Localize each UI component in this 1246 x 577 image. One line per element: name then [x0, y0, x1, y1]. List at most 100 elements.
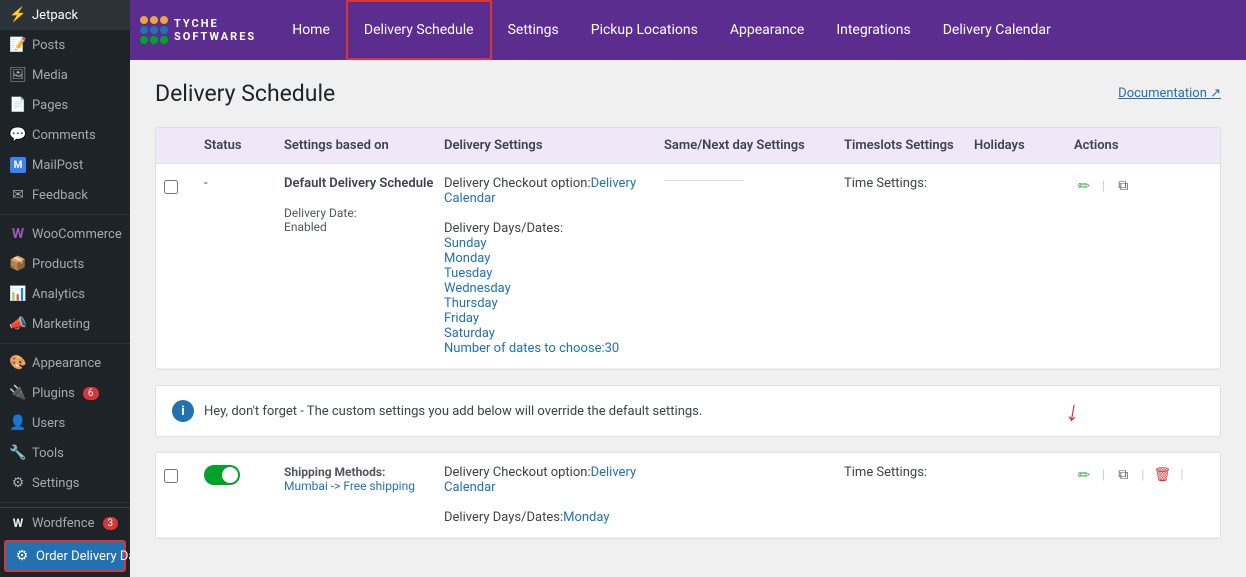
sidebar-item-plugins[interactable]: 🔌 Plugins 6: [0, 378, 130, 408]
sidebar-item-label: Comments: [32, 128, 96, 143]
sidebar-item-wordfence[interactable]: W Wordfence 3: [0, 507, 130, 538]
th-delivery-settings: Delivery Settings: [444, 138, 664, 153]
sidebar-item-tools[interactable]: 🔧 Tools: [0, 438, 130, 468]
sidebar-item-label: Plugins: [32, 386, 75, 401]
row2-delete-button[interactable]: 🗑: [1152, 465, 1172, 485]
red-arrow-icon: ↓: [1063, 394, 1083, 429]
row-settings-based-on: Default Delivery Schedule Delivery Date:…: [284, 176, 444, 234]
sidebar-item-marketing[interactable]: 📣 Marketing: [0, 309, 130, 339]
row-checkbox[interactable]: [164, 180, 178, 194]
appearance-icon: 🎨: [10, 355, 26, 371]
sidebar-divider-2: [0, 343, 130, 344]
sidebar-item-media[interactable]: 🖼 Media: [0, 60, 130, 90]
num-dates: Number of dates to choose:30: [444, 341, 664, 356]
sidebar-item-analytics[interactable]: 📊 Analytics: [0, 279, 130, 309]
nav-item-appearance[interactable]: Appearance: [714, 0, 820, 60]
delivery-date-label: Delivery Date: Enabled: [284, 206, 444, 234]
settings-icon: ⚙: [10, 475, 26, 491]
nav-item-pickup-locations[interactable]: Pickup Locations: [575, 0, 714, 60]
sidebar-item-jetpack[interactable]: ⚡ Jetpack: [0, 0, 130, 30]
sidebar-item-pages[interactable]: 📄 Pages: [0, 90, 130, 120]
sidebar-item-woocommerce[interactable]: W WooCommerce: [0, 219, 130, 249]
sidebar-item-users[interactable]: 👤 Users: [0, 408, 130, 438]
sidebar-item-label: Tools: [32, 446, 64, 461]
feedback-icon: ✉: [10, 187, 26, 203]
nav-item-integrations[interactable]: Integrations: [820, 0, 926, 60]
sidebar-item-label: Media: [32, 68, 68, 83]
delivery-days-list: Sunday Monday Tuesday Wednesday Thursday…: [444, 236, 664, 341]
row2-status: [204, 465, 284, 485]
pages-icon: 📄: [10, 97, 26, 113]
documentation-link[interactable]: Documentation ↗: [1118, 86, 1221, 101]
sidebar-item-mailpost[interactable]: M MailPost: [0, 150, 130, 180]
row2-edit-button[interactable]: ✏: [1074, 465, 1094, 485]
sidebar-item-label: Jetpack: [32, 8, 78, 23]
row2-copy-button[interactable]: ⧉: [1113, 465, 1133, 485]
nav-item-home[interactable]: Home: [276, 0, 346, 60]
row2-checkbox[interactable]: [164, 469, 178, 483]
nav-item-delivery-calendar[interactable]: Delivery Calendar: [927, 0, 1067, 60]
row2-action-divider-1: |: [1102, 468, 1105, 483]
row2-days-label: Delivery Days/Dates:Monday: [444, 510, 664, 525]
th-settings-based-on: Settings based on: [284, 138, 444, 153]
row-checkbox-cell: [164, 176, 204, 194]
th-same-next-day: Same/Next day Settings: [664, 138, 844, 153]
row2-checkout-option: Delivery Checkout option:Delivery Calend…: [444, 465, 664, 495]
row-timeslots: Time Settings:: [844, 176, 974, 191]
row-same-next-day: [664, 176, 844, 181]
day-thursday: Thursday: [444, 296, 664, 311]
th-holidays: Holidays: [974, 138, 1074, 153]
nav-item-delivery-schedule[interactable]: Delivery Schedule: [346, 0, 492, 60]
page-header: Delivery Schedule Documentation ↗: [155, 80, 1221, 107]
row2-timeslots: Time Settings:: [844, 465, 974, 480]
sidebar: ⚡ Jetpack 📝 Posts 🖼 Media 📄 Pages 💬 Comm…: [0, 0, 130, 577]
checkout-option: Delivery Checkout option:Delivery Calend…: [444, 176, 664, 206]
sidebar-item-label: Settings: [32, 476, 79, 491]
edit-button[interactable]: ✏: [1074, 176, 1094, 196]
row2-checkbox-cell: [164, 465, 204, 483]
plugins-icon: 🔌: [10, 385, 26, 401]
jetpack-icon: ⚡: [10, 7, 26, 23]
day-tuesday: Tuesday: [444, 266, 664, 281]
th-actions: Actions: [1074, 138, 1194, 153]
table-header: Status Settings based on Delivery Settin…: [156, 128, 1220, 164]
day-wednesday: Wednesday: [444, 281, 664, 296]
sidebar-item-products[interactable]: 📦 Products: [0, 249, 130, 279]
sidebar-divider: [0, 214, 130, 215]
day-friday: Friday: [444, 311, 664, 326]
th-status: Status: [204, 138, 284, 153]
table-row-2: Shipping Methods: Mumbai -> Free shippin…: [156, 453, 1220, 538]
sidebar-divider-3: [0, 502, 130, 503]
day-saturday: Saturday: [444, 326, 664, 341]
sidebar-item-posts[interactable]: 📝 Posts: [0, 30, 130, 60]
sidebar-item-label: Appearance: [32, 356, 101, 371]
sidebar-item-comments[interactable]: 💬 Comments: [0, 120, 130, 150]
sidebar-item-feedback[interactable]: ✉ Feedback: [0, 180, 130, 210]
main-area: TYCHESOFTWARES Home Delivery Schedule Se…: [130, 0, 1246, 577]
th-timeslots: Timeslots Settings: [844, 138, 974, 153]
comments-icon: 💬: [10, 127, 26, 143]
users-icon: 👤: [10, 415, 26, 431]
sidebar-item-appearance[interactable]: 🎨 Appearance: [0, 348, 130, 378]
toggle-switch[interactable]: [204, 465, 240, 485]
delivery-days-label: Delivery Days/Dates:: [444, 221, 664, 236]
sidebar-item-label: Wordfence: [32, 516, 95, 531]
row-actions: ✏ | ⧉: [1074, 176, 1194, 196]
copy-button[interactable]: ⧉: [1113, 176, 1133, 196]
sidebar-item-label: MailPost: [32, 158, 83, 173]
top-navigation: TYCHESOFTWARES Home Delivery Schedule Se…: [130, 0, 1246, 60]
sidebar-item-label: Analytics: [32, 287, 85, 302]
row2-actions: ✏ | ⧉ | 🗑 |: [1074, 465, 1194, 485]
sidebar-item-label: Order Delivery Date: [36, 549, 130, 564]
action-divider: |: [1102, 179, 1105, 194]
page-title: Delivery Schedule: [155, 80, 335, 107]
content-area: Delivery Schedule Documentation ↗ Status…: [130, 60, 1246, 577]
nav-item-settings[interactable]: Settings: [492, 0, 575, 60]
marketing-icon: 📣: [10, 316, 26, 332]
sidebar-item-order-delivery-date[interactable]: ⚙ Order Delivery Date: [4, 540, 126, 572]
day-monday: Monday: [444, 251, 664, 266]
order-delivery-icon: ⚙: [14, 548, 30, 564]
row2-action-icons: ✏ | ⧉ | 🗑 |: [1074, 465, 1194, 485]
sidebar-item-settings[interactable]: ⚙ Settings: [0, 468, 130, 498]
row-delivery-settings: Delivery Checkout option:Delivery Calend…: [444, 176, 664, 356]
